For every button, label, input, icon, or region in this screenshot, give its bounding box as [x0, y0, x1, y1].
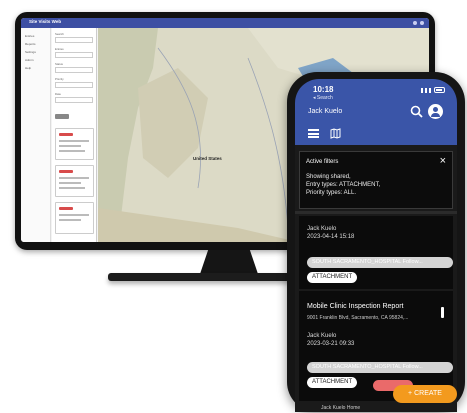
mobile-phone: 10:18 ◂ Search Jack Kuelo Active filters…: [287, 72, 465, 412]
filters-shared-text: Showing shared,: [306, 174, 351, 180]
filters-priority-text: Priority types: ALL.: [306, 190, 357, 196]
filters-title: Active filters: [306, 159, 339, 165]
filter-input[interactable]: [55, 67, 93, 73]
header-user-name: Jack Kuelo: [308, 108, 343, 115]
filter-label: Status: [55, 62, 63, 66]
phone-screen: 10:18 ◂ Search Jack Kuelo Active filters…: [295, 79, 457, 412]
bottom-entry-text: Jack Kuelo Home: [321, 405, 361, 411]
filter-label: Date: [55, 92, 61, 96]
filter-input[interactable]: [55, 52, 93, 58]
filter-label: Priority: [55, 77, 64, 81]
status-time: 10:18: [313, 85, 334, 94]
text-line: [59, 219, 81, 221]
entry-card[interactable]: [55, 165, 94, 197]
priority-badge: [59, 133, 73, 136]
location-chip[interactable]: SOUTH SACRAMENTO_HOSPITAL Follow...: [307, 362, 453, 373]
type-chip[interactable]: ATTACHMENT: [307, 272, 358, 283]
location-chip[interactable]: SOUTH SACRAMENTO_HOSPITAL Follow...: [307, 257, 453, 268]
text-line: [59, 150, 85, 152]
back-link[interactable]: ◂ Search: [313, 95, 333, 101]
create-button[interactable]: + CREATE: [393, 385, 457, 403]
entry-title: Mobile Clinic Inspection Report: [307, 303, 404, 310]
type-chip[interactable]: ATTACHMENT: [307, 377, 358, 388]
notification-icon[interactable]: [413, 21, 417, 25]
entry-card[interactable]: [55, 202, 94, 234]
battery-icon: [434, 87, 445, 93]
monitor-stand-neck: [200, 250, 258, 274]
filter-input[interactable]: [55, 82, 93, 88]
priority-badge: [59, 170, 73, 173]
entry-date: 2023-03-21 09:33: [307, 341, 355, 347]
sidebar-item[interactable]: Settings: [25, 50, 36, 54]
profile-icon[interactable]: [420, 21, 424, 25]
filter-input[interactable]: [55, 37, 93, 43]
filter-input[interactable]: [55, 97, 93, 103]
filter-search-button[interactable]: [55, 114, 69, 119]
desktop-sidebar: Entries Reports Settings Admin Help: [21, 28, 51, 242]
sidebar-item[interactable]: Admin: [25, 58, 34, 62]
map-country-label: United States: [193, 156, 222, 161]
signal-icon: [421, 88, 431, 93]
priority-badge: [59, 207, 73, 210]
entry-user: Jack Kuelo: [307, 226, 337, 232]
desktop-filter-panel: Search Entries Status Priority Date: [52, 28, 97, 242]
desktop-app-bar: Site Visits Web: [21, 18, 429, 28]
text-line: [59, 145, 81, 147]
filter-label: Entries: [55, 47, 64, 51]
filter-label: Search: [55, 32, 64, 36]
entry-user: Jack Kuelo: [307, 333, 337, 339]
location-chip-label: SOUTH SACRAMENTO_HOSPITAL Follow...: [312, 364, 423, 370]
text-line: [59, 182, 81, 184]
entry-address: 9001 Franklin Blvd, Sacramento, CA 95824…: [307, 315, 409, 321]
entry-list-item[interactable]: Jack Kuelo 2023-04-14 15:18 SOUTH SACRAM…: [299, 216, 453, 289]
text-line: [59, 177, 89, 179]
entry-date: 2023-04-14 15:18: [307, 234, 355, 240]
map-icon[interactable]: [330, 128, 341, 139]
phone-header: 10:18 ◂ Search Jack Kuelo: [295, 79, 457, 145]
text-line: [59, 187, 85, 189]
entry-card[interactable]: [55, 128, 94, 160]
search-icon[interactable]: [410, 105, 423, 118]
location-chip-label: SOUTH SACRAMENTO_HOSPITAL Follow...: [312, 259, 423, 265]
sidebar-item[interactable]: Reports: [25, 42, 36, 46]
more-vert-icon[interactable]: [441, 307, 444, 318]
sidebar-item[interactable]: Help: [25, 66, 31, 70]
list-icon[interactable]: [308, 129, 319, 138]
text-line: [59, 140, 89, 142]
list-divider: [295, 211, 457, 214]
account-icon[interactable]: [428, 104, 443, 119]
desktop-app-title: Site Visits Web: [29, 19, 62, 24]
sidebar-item[interactable]: Entries: [25, 34, 34, 38]
active-filters-panel: Active filters × Showing shared, Entry t…: [299, 151, 453, 209]
close-icon[interactable]: ×: [440, 155, 446, 167]
filters-entry-types-text: Entry types: ATTACHMENT,: [306, 182, 381, 188]
text-line: [59, 214, 89, 216]
